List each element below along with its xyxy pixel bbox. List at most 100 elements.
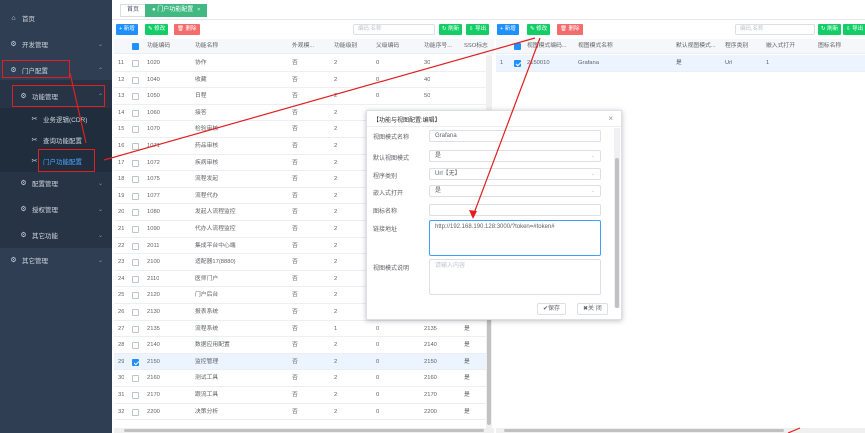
column-header[interactable]: 外观模...: [292, 39, 330, 54]
table-row[interactable]: 29 2150 监控管理 否 2 0 2150 是: [114, 353, 486, 371]
sidebar-item-config-mgmt[interactable]: ⚙ 配置管理 ⌄: [0, 172, 112, 194]
tab-home[interactable]: 首页: [120, 4, 147, 17]
default-view-select[interactable]: 是 ⌄: [429, 150, 601, 162]
left-export-button[interactable]: ⇩ 导出: [466, 24, 490, 35]
table-row[interactable]: 13 1050 日程 否 2 0 50: [114, 88, 486, 105]
right-add-button[interactable]: + 新增: [497, 24, 519, 35]
row-checkbox[interactable]: [132, 342, 139, 350]
column-header[interactable]: 视图模式编码...: [527, 39, 575, 54]
sidebar-item-other-mgmt[interactable]: ⚙ 其它管理 ⌄: [0, 249, 112, 271]
row-checkbox[interactable]: [132, 176, 139, 184]
function-name-cell: 日程: [195, 93, 207, 100]
row-checkbox[interactable]: [132, 325, 139, 333]
sidebar-item-portal-config[interactable]: ⚙ 门户配置 ⌃: [0, 59, 112, 81]
sidebar-item-other-func[interactable]: ⚙ 其它功能 ⌄: [0, 224, 112, 246]
sidebar-item-function-mgmt[interactable]: ⚙ 功能管理 ⌃: [0, 85, 112, 107]
sidebar-item-cdr[interactable]: ✂ 业务逻辑(CDR): [0, 108, 112, 130]
row-checkbox[interactable]: [132, 143, 139, 150]
embed-open-select[interactable]: 是 ⌄: [429, 185, 601, 197]
column-header[interactable]: 功能名称: [195, 39, 285, 54]
sequence-cell: 2135: [424, 325, 437, 332]
row-checkbox[interactable]: [132, 226, 139, 233]
column-header[interactable]: 功能序号...: [424, 39, 462, 54]
column-header[interactable]: 功能编码: [147, 39, 192, 54]
left-add-button[interactable]: + 新增: [116, 24, 138, 35]
row-checkbox[interactable]: [132, 209, 139, 217]
right-refresh-button[interactable]: ↻ 刷新: [818, 24, 842, 35]
wrench-icon: ✂: [31, 137, 38, 144]
column-header[interactable]: 图标名称: [818, 39, 858, 54]
chevron-down-icon: ⌄: [590, 153, 595, 159]
dialog-scrollbar[interactable]: [614, 128, 620, 308]
row-checkbox[interactable]: [132, 292, 139, 300]
right-delete-button[interactable]: 🗑 删除: [557, 24, 583, 35]
sidebar-item-dev[interactable]: ⚙ 开发管理 ⌄: [0, 33, 112, 55]
scroll-thumb[interactable]: [615, 158, 619, 308]
left-edit-button[interactable]: ✎ 修改: [145, 24, 169, 35]
right-edit-button[interactable]: ✎ 修改: [527, 24, 551, 35]
column-header[interactable]: 功能级别: [334, 39, 374, 54]
sidebar-item-query-config[interactable]: ✂ 查询功能配置: [0, 129, 112, 151]
table-row[interactable]: 1 2150010 Grafana 是 Url 1: [496, 55, 865, 72]
save-button[interactable]: ✔保存: [537, 303, 567, 315]
row-checkbox[interactable]: [132, 392, 139, 399]
column-header[interactable]: 默认视图模式...: [676, 39, 722, 54]
select-value: 是: [435, 188, 442, 194]
scroll-thumb[interactable]: [124, 429, 484, 432]
function-code-cell: 2110: [147, 275, 160, 282]
close-button[interactable]: ✖关 闭: [577, 303, 608, 315]
table-row[interactable]: 27 2135 流程系统 否 1 0 2135 是: [114, 321, 486, 338]
left-search-input[interactable]: 编码,名称: [353, 24, 435, 35]
tab-portal-function-config[interactable]: ● 门户功能配置 ×: [145, 4, 208, 17]
row-checkbox[interactable]: [132, 109, 139, 117]
table-row[interactable]: 28 2140 数据应用配置 否 2 0 2140 是: [114, 337, 486, 354]
sidebar-item-auth-mgmt[interactable]: ⚙ 授权管理 ⌄: [0, 198, 112, 220]
right-export-button[interactable]: ⇩ 导出: [843, 24, 865, 35]
row-checkbox[interactable]: [132, 76, 139, 84]
sidebar-item-portal-function-config[interactable]: ✂ 门户功能配置: [0, 150, 112, 172]
column-header[interactable]: 视图模式名称: [578, 39, 668, 54]
column-header[interactable]: 父级编码: [376, 39, 421, 54]
row-checkbox[interactable]: [132, 192, 139, 200]
table-row[interactable]: 31 2170 跟流工具 否 2 0 2170 是: [114, 387, 486, 404]
row-checkbox[interactable]: [132, 259, 139, 267]
row-checkbox[interactable]: [132, 309, 139, 316]
row-checkbox[interactable]: [132, 275, 139, 283]
column-header[interactable]: SSO标志: [464, 39, 492, 54]
close-icon[interactable]: ×: [608, 114, 613, 123]
row-checkbox[interactable]: [132, 60, 139, 67]
close-icon[interactable]: ×: [197, 7, 200, 13]
row-checkbox[interactable]: [132, 408, 139, 416]
row-checkbox[interactable]: [132, 375, 139, 383]
row-checkbox[interactable]: [132, 358, 139, 366]
link-url-textarea[interactable]: http://192.168.190.128:3000/?token=#toke…: [429, 220, 601, 256]
left-refresh-button[interactable]: ↻ 刷新: [439, 24, 463, 35]
select-all-checkbox[interactable]: [132, 43, 139, 50]
view-description-textarea[interactable]: 请输入内容: [429, 259, 601, 295]
row-checkbox[interactable]: [132, 242, 139, 250]
row-number: 14: [118, 109, 125, 116]
table-row[interactable]: 11 1020 协作 否 2 0 30: [114, 55, 486, 72]
scroll-thumb[interactable]: [504, 429, 784, 432]
right-search-input[interactable]: 编码,名称: [735, 24, 815, 35]
right-table-hscrollbar[interactable]: [496, 428, 865, 433]
icon-name-input[interactable]: [429, 204, 601, 216]
chevron-up-icon: ⌃: [97, 93, 103, 100]
row-checkbox[interactable]: [514, 60, 521, 67]
row-checkbox[interactable]: [132, 93, 139, 101]
row-checkbox[interactable]: [132, 126, 139, 134]
row-checkbox[interactable]: [132, 159, 139, 167]
column-header[interactable]: 嵌入式打开: [766, 39, 814, 54]
table-row[interactable]: 30 2160 测试工具 否 2 0 2160 是: [114, 370, 486, 387]
select-all-checkbox[interactable]: [514, 43, 521, 50]
left-table-hscrollbar[interactable]: [114, 428, 494, 433]
sidebar-item-home[interactable]: ⌂ 首页: [0, 7, 112, 29]
view-name-input[interactable]: Grafana: [429, 130, 601, 142]
table-row[interactable]: 32 2200 决策分析 否 2 0 2200 是: [114, 404, 486, 421]
table-row[interactable]: 12 1040 收藏 否 2 0 40: [114, 72, 486, 89]
left-delete-button[interactable]: 🗑 删除: [174, 24, 200, 35]
program-type-select[interactable]: Url【无】 ⌄: [429, 168, 601, 180]
parent-code-cell: 0: [376, 375, 380, 382]
column-header[interactable]: 程序类别: [725, 39, 763, 54]
sequence-cell: 50: [424, 93, 431, 100]
